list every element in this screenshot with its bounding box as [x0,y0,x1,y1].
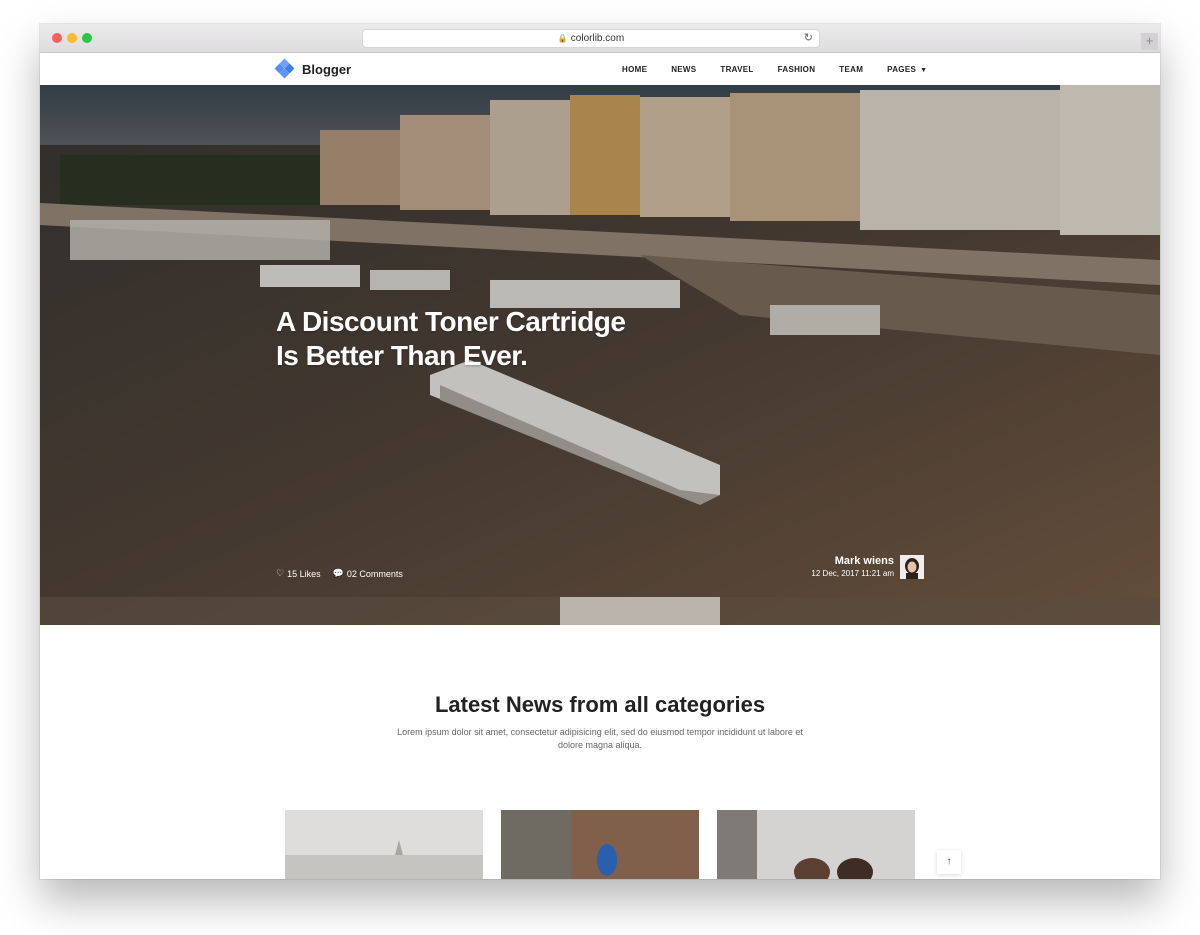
maximize-window-button[interactable] [82,33,92,43]
site-logo[interactable]: Blogger [274,58,352,79]
logo-icon [274,58,295,79]
news-card-image[interactable] [717,810,915,879]
caret-down-icon: ▼ [920,66,928,74]
post-meta: ♡ 15 Likes 💬 02 Comments [276,568,415,579]
nav-item-fashion[interactable]: FASHION [778,65,816,74]
reload-icon[interactable]: ↻ [804,30,813,47]
author-avatar[interactable] [900,555,924,579]
likes-link[interactable]: ♡ 15 Likes [276,568,321,579]
hero-title-line-2: Is Better Than Ever. [276,340,528,371]
address-bar[interactable]: 🔒 colorlib.com ↻ [362,29,820,48]
browser-window: 🔒 colorlib.com ↻ + Blogger HOME NEWS TRAV… [40,24,1160,879]
comment-icon: 💬 [332,568,344,578]
comments-count: 02 Comments [346,568,403,579]
arrow-up-icon: ↑ [946,856,952,867]
post-date: 12 Dec, 2017 11:21 am [811,569,894,578]
main-menu: HOME NEWS TRAVEL FASHION TEAM PAGES ▼ [622,53,951,85]
heart-icon: ♡ [276,568,285,578]
hero-title[interactable]: A Discount Toner Cartridge Is Better Tha… [276,305,716,373]
new-tab-button[interactable]: + [1141,33,1158,50]
nav-item-team[interactable]: TEAM [839,65,863,74]
close-window-button[interactable] [52,33,62,43]
nav-item-home[interactable]: HOME [622,65,647,74]
news-card-image[interactable] [501,810,699,879]
avatar-image [900,555,924,579]
hero-title-line-1: A Discount Toner Cartridge [276,306,626,337]
address-bar-url: colorlib.com [570,33,625,44]
minimize-window-button[interactable] [67,33,77,43]
section-heading: Latest News from all categories [434,692,766,717]
nav-item-pages-label: PAGES [887,64,917,74]
nav-item-travel[interactable]: TRAVEL [720,65,753,74]
browser-toolbar: 🔒 colorlib.com ↻ + [40,24,1160,53]
nav-item-pages[interactable]: PAGES ▼ [887,65,927,74]
comments-link[interactable]: 💬 02 Comments [333,568,403,579]
author-name: Mark wiens [834,555,894,567]
hero-banner[interactable]: A Discount Toner Cartridge Is Better Tha… [40,85,1160,625]
news-card-image[interactable] [285,810,483,879]
climber-image [501,810,699,879]
friends-selfie-image [717,810,915,879]
site-navbar: Blogger HOME NEWS TRAVEL FASHION TEAM PA… [40,53,1160,85]
section-subtitle: Lorem ipsum dolor sit amet, consectetur … [397,727,803,750]
nav-item-news[interactable]: NEWS [671,65,696,74]
lock-icon: 🔒 [557,34,568,43]
likes-count: 15 Likes [287,568,321,579]
city-skyline-image [285,810,483,879]
scroll-to-top-button[interactable]: ↑ [937,850,961,874]
logo-text: Blogger [302,61,352,77]
author-info[interactable]: Mark wiens 12 Dec, 2017 11:21 am [810,555,894,578]
